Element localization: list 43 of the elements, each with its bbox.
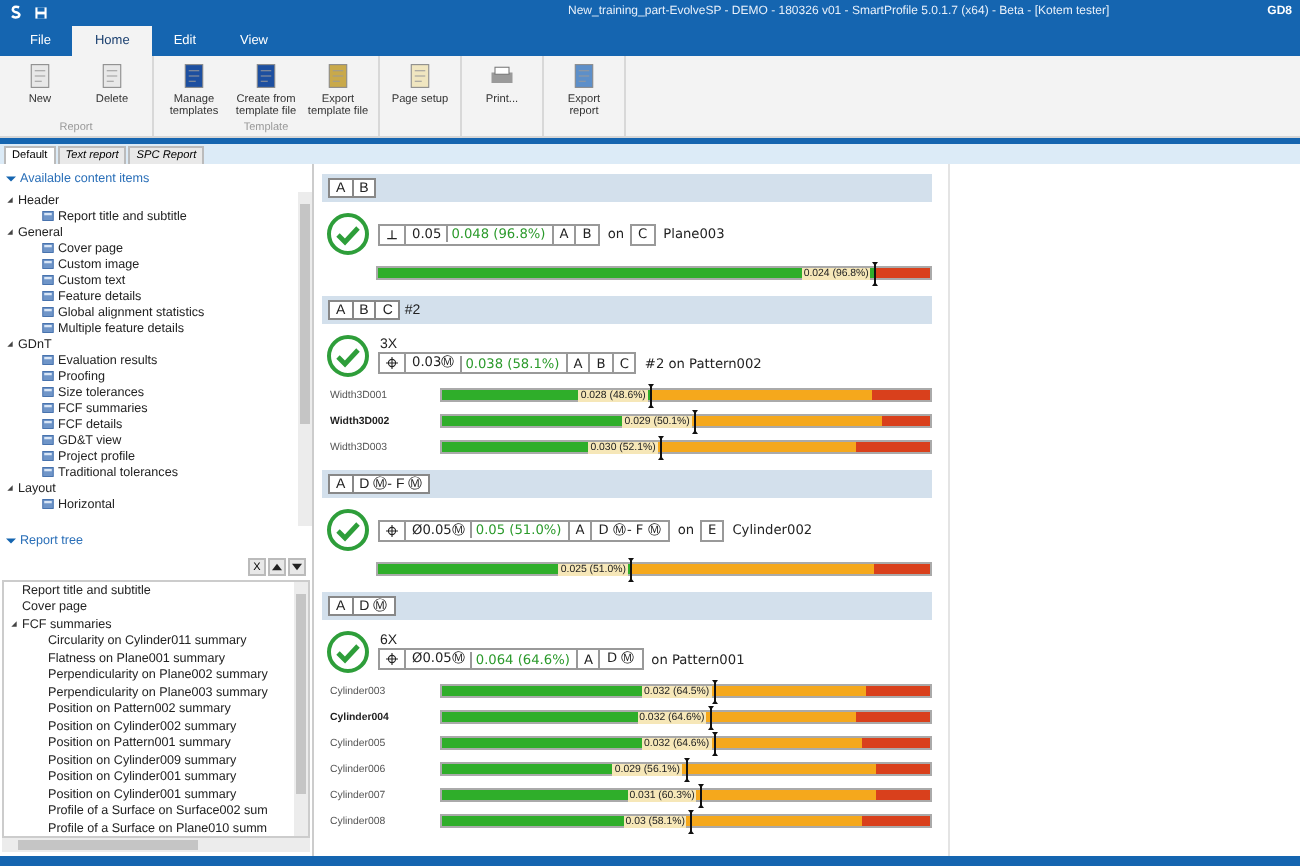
item-icon: [42, 370, 54, 382]
expander-icon[interactable]: [6, 484, 14, 492]
item-icon: [42, 274, 54, 286]
save-icon[interactable]: [34, 5, 48, 19]
item-icon: [42, 242, 54, 254]
up-triangle-icon: [272, 562, 282, 572]
item-icon: [42, 290, 54, 302]
item-icon: [42, 434, 54, 446]
item-icon: [42, 402, 54, 414]
item-icon: [42, 258, 54, 270]
item-icon: [42, 450, 54, 462]
position-icon: [386, 356, 398, 370]
move-up-button[interactable]: [268, 558, 286, 576]
item-icon: [42, 466, 54, 478]
document-icon: [570, 62, 598, 90]
scrollbar[interactable]: [298, 192, 312, 526]
document-icon: [406, 62, 434, 90]
caret-icon[interactable]: [6, 173, 16, 183]
perpendicularity-icon: [386, 227, 398, 241]
down-triangle-icon: [292, 562, 302, 572]
expander-icon[interactable]: [6, 340, 14, 348]
scrollbar[interactable]: [2, 838, 310, 852]
scrollbar[interactable]: [294, 582, 308, 836]
item-icon: [42, 354, 54, 366]
item-icon: [42, 306, 54, 318]
document-icon: [324, 62, 352, 90]
caret-icon[interactable]: [6, 535, 16, 545]
document-icon: [26, 62, 54, 90]
position-icon: [386, 652, 398, 666]
document-icon: [252, 62, 280, 90]
item-icon: [42, 418, 54, 430]
item-icon: [42, 322, 54, 334]
logo-icon: [8, 4, 24, 20]
move-down-button[interactable]: [288, 558, 306, 576]
expander-icon[interactable]: [10, 620, 18, 629]
expander-icon[interactable]: [6, 196, 14, 204]
document-icon: [98, 62, 126, 90]
document-icon: [180, 62, 208, 90]
item-icon: [42, 210, 54, 222]
item-icon: [42, 498, 54, 510]
expander-icon[interactable]: [6, 228, 14, 236]
item-icon: [42, 386, 54, 398]
position-icon: [386, 523, 398, 537]
